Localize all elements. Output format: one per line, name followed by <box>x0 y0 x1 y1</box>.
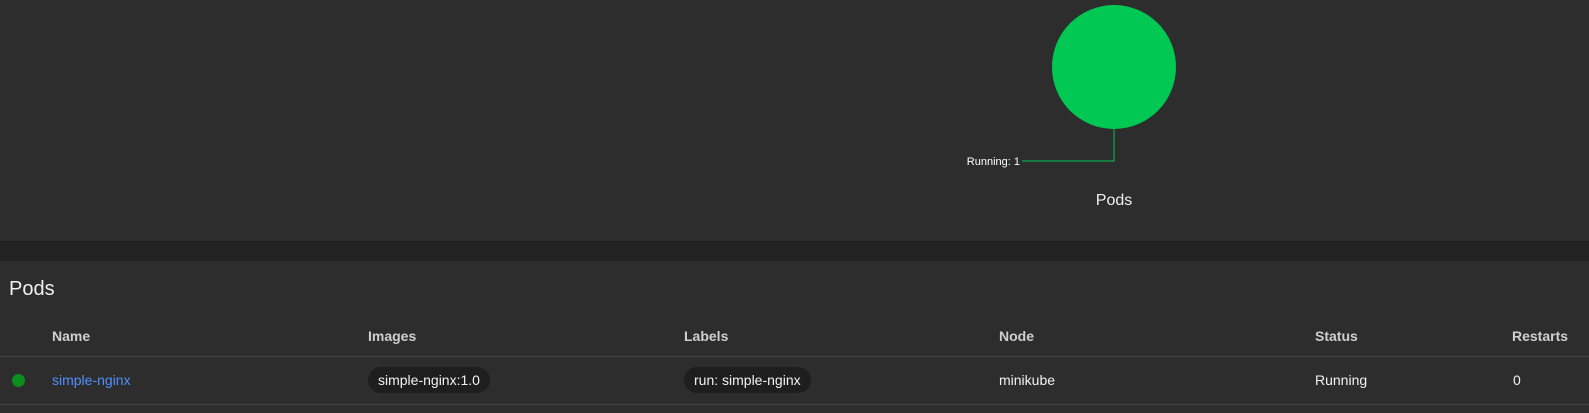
table-row-divider <box>0 404 1589 405</box>
pods-pie-chart: Running: 1 Pods <box>967 5 1176 209</box>
pod-status: Running <box>1315 372 1368 388</box>
column-header-name[interactable]: Name <box>52 328 90 344</box>
pods-table-title: Pods <box>9 278 55 300</box>
chart-title: Pods <box>1096 192 1132 209</box>
pie-label-leader-line <box>1022 129 1115 162</box>
column-header-restarts[interactable]: Restarts <box>1512 328 1568 344</box>
pie-slice-label: Running: 1 <box>967 156 1020 168</box>
pods-chart-card: Running: 1 Pods <box>0 0 1589 241</box>
pod-name-link[interactable]: simple-nginx <box>52 372 131 388</box>
table-header-divider <box>0 356 1589 357</box>
pie-slice-running[interactable] <box>1052 5 1176 129</box>
image-chip: simple-nginx:1.0 <box>368 367 490 393</box>
status-dot-icon <box>12 374 25 387</box>
pod-node: minikube <box>999 372 1056 388</box>
pod-restarts: 0 <box>1513 372 1521 388</box>
section-divider <box>0 241 1589 262</box>
column-header-labels: Labels <box>684 328 729 344</box>
pods-table-card: Pods Name Images Labels Node Status Rest… <box>0 261 1589 413</box>
column-header-node[interactable]: Node <box>999 328 1034 344</box>
column-header-status[interactable]: Status <box>1315 328 1358 344</box>
label-chip: run: simple-nginx <box>684 367 811 393</box>
column-header-images: Images <box>368 328 417 344</box>
